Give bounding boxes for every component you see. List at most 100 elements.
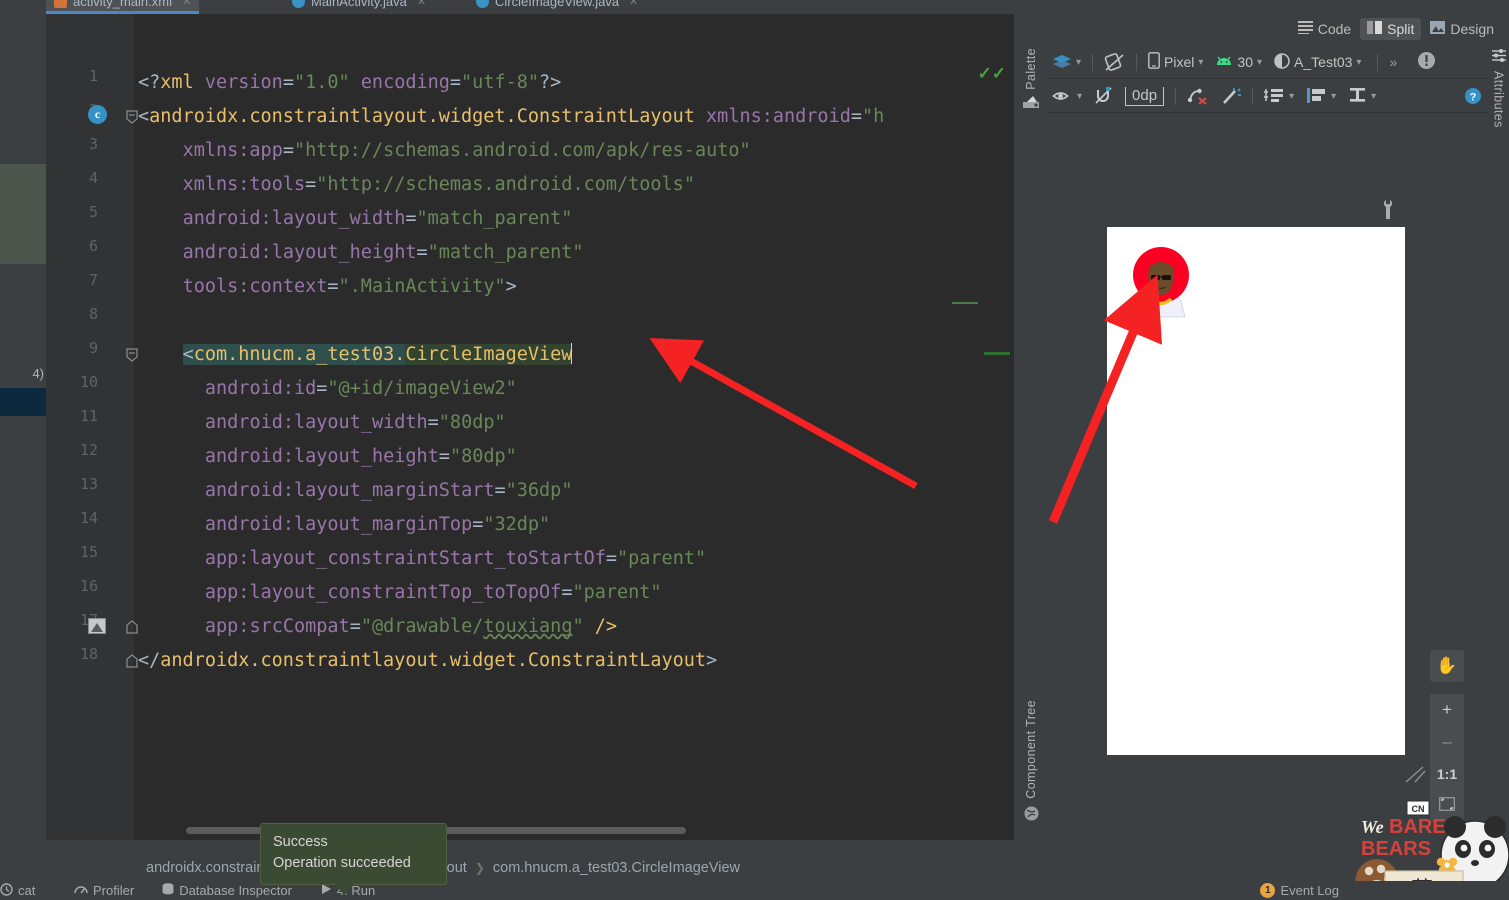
tool-button-attributes[interactable]: Attributes [1488,48,1509,198]
close-icon[interactable]: ✕ [629,0,638,8]
clear-constraints-button[interactable] [1181,85,1214,107]
code-line[interactable]: android:layout_marginTop="32dp" [205,508,550,542]
code-token: = [472,514,484,535]
globe-icon [1024,806,1039,826]
palette-label: Palette [1024,48,1038,90]
line-number: 9 [88,339,98,357]
device-preview-surface[interactable] [1107,227,1405,755]
project-selected-row[interactable] [0,388,46,416]
code-line[interactable]: tools:context=".MainActivity"> [183,270,517,304]
code-token: = [416,242,428,263]
tab-activity-main-xml[interactable]: activity_main.xml ✕ [46,0,200,14]
zoom-actual-button[interactable]: 1:1 [1430,758,1464,790]
tool-button-component-tree[interactable]: Component Tree [1018,700,1044,845]
help-button[interactable]: ? [1458,85,1488,107]
code-line[interactable]: android:id="@+id/imageView2" [205,372,517,406]
line-number: 10 [79,373,98,391]
editor-tab-bar[interactable]: activity_main.xml ✕ MainActivity.java ✕ … [46,0,1509,14]
editor-gutter[interactable]: 123456789101112131415161718c [46,14,138,840]
fold-end-icon[interactable] [126,654,138,668]
zoom-in-button[interactable]: + [1430,694,1464,726]
code-line[interactable]: android:layout_height="80dp" [205,440,517,474]
code-line[interactable]: android:layout_width="80dp" [205,406,506,440]
autoconnect-button[interactable] [1088,85,1119,107]
code-line[interactable]: android:layout_height="match_parent" [183,236,584,270]
breadcrumb-separator: ❯ [474,861,485,875]
pan-tool-button[interactable]: ✋ [1430,650,1464,682]
tab-mainactivity-java[interactable]: MainActivity.java ✕ [284,0,434,14]
device-selector[interactable]: Pixel ▾ [1142,50,1209,74]
tab-circleimageview-java[interactable]: CircleImageView.java ✕ [468,0,646,14]
component-tree-label: Component Tree [1024,700,1038,799]
infer-constraints-button[interactable] [1214,85,1247,107]
code-line[interactable]: android:layout_marginStart="36dp" [205,474,573,508]
baseline-button[interactable]: ▾ [1342,85,1382,107]
bottom-status-bar[interactable]: cat Profiler Database Inspector 4: Run 1… [0,881,1509,900]
code-line[interactable]: app:layout_constraintTop_toTopOf="parent… [205,576,662,610]
code-text-area[interactable]: <?xml version="1.0" encoding="utf-8"?> <a… [138,14,978,840]
statusbar-profiler[interactable]: Profiler [60,883,148,899]
chevron-down-icon: ▾ [1356,56,1362,68]
split-panes-icon [1367,21,1383,37]
default-margin-control[interactable]: 0dp [1119,85,1170,108]
editor-right-gutter[interactable]: ✓✓ [978,14,1014,840]
chevron-down-icon: ▾ [1289,90,1295,102]
xml-code-editor[interactable]: 123456789101112131415161718c <?xml versi… [46,14,1014,840]
view-mode-split[interactable]: Split [1360,18,1422,40]
tooltip-title: Success [273,834,328,850]
code-line[interactable]: <com.hnucm.a_test03.CircleImageView [182,338,573,372]
breadcrumb-item-1[interactable]: com.hnucm.a_test03.CircleImageView [493,860,740,876]
code-token: android:layout_height [182,242,417,263]
fold-collapse-icon[interactable] [126,348,138,362]
close-icon[interactable]: ✕ [417,0,426,8]
one-to-one-icon: 1:1 [1436,766,1458,782]
code-line[interactable]: xmlns:app="http://schemas.android.com/ap… [183,134,751,168]
line-number: 4 [88,169,98,187]
toolbar-separator [1136,53,1138,71]
project-panel-clipped[interactable]: 4) [0,0,46,880]
class-marker-icon[interactable]: c [88,105,107,124]
code-line[interactable]: app:srcCompat="@drawable/touxiang" /> [205,610,617,644]
view-mode-code[interactable]: Code [1291,18,1358,40]
drawable-preview-icon[interactable] [88,618,106,634]
view-mode-design[interactable]: Design [1423,18,1501,40]
code-token: app:layout_constraintStart_toStartOf [204,548,606,569]
toolbar-separator [1377,53,1379,71]
code-line[interactable]: app:layout_constraintStart_toStartOf="pa… [205,542,706,576]
code-token: = [282,140,294,161]
statusbar-logcat[interactable]: cat [0,882,60,899]
code-line[interactable]: <?xml version="1.0" encoding="utf-8"?> [138,66,561,100]
avatar-image [1133,247,1189,318]
plus-icon: + [1442,700,1452,719]
logcat-icon [0,882,13,899]
chevron-down-icon: ▾ [1331,90,1337,102]
code-line[interactable]: </androidx.constraintlayout.widget.Const… [138,644,717,678]
statusbar-event-log[interactable]: 1 Event Log [1246,883,1509,898]
tool-button-palette[interactable]: Palette [1018,48,1044,156]
close-icon[interactable]: ✕ [182,0,191,8]
success-notification-tooltip[interactable]: Success Operation succeeded [260,823,447,895]
design-toolbar-constraints[interactable]: ▾ 0dp ▾ ▾ ▾ ? [1046,80,1488,113]
fold-end-icon[interactable] [126,620,138,634]
toolbar-overflow-button[interactable]: » [1383,52,1403,72]
render-settings-wrench-icon[interactable] [1381,200,1397,220]
code-line[interactable]: xmlns:tools="http://schemas.android.com/… [183,168,695,202]
orientation-button[interactable] [1098,51,1131,74]
fold-collapse-icon[interactable] [126,110,138,124]
resize-handle[interactable] [1405,766,1427,789]
zoom-out-button[interactable]: – [1430,726,1464,758]
code-line[interactable]: <androidx.constraintlayout.widget.Constr… [138,100,884,134]
android-robot-icon [1215,54,1233,70]
theme-selector[interactable]: A_Test03 ▾ [1268,51,1367,74]
api-level-selector[interactable]: 30 ▾ [1209,52,1268,72]
issue-notification-button[interactable] [1411,49,1442,75]
align-button[interactable]: ▾ [1300,85,1342,107]
inspection-ok-icon[interactable]: ✓✓ [978,64,1007,84]
line-number: 12 [79,441,98,459]
design-surface-mode-button[interactable]: ▾ [1046,52,1087,72]
view-options-button[interactable]: ▾ [1046,86,1088,106]
editor-view-mode-toggle[interactable]: Code Split Design [1291,18,1501,40]
design-toolbar-primary[interactable]: ▾ Pixel ▾ 30 ▾ A_Test03 ▾ » [1046,46,1488,79]
code-line[interactable]: android:layout_width="match_parent" [183,202,573,236]
guidelines-button[interactable]: ▾ [1258,85,1300,107]
